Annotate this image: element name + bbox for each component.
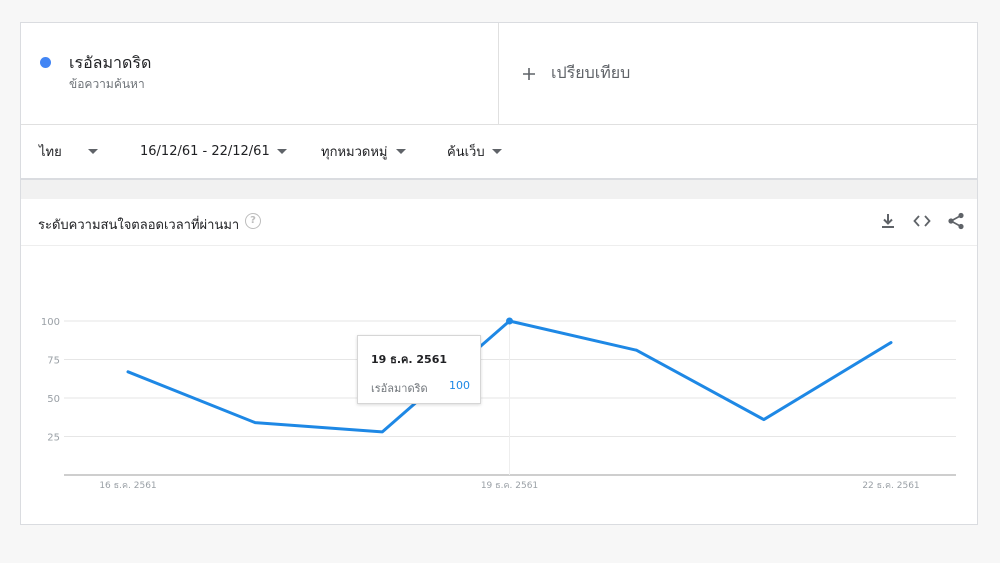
chevron-down-icon	[276, 148, 287, 154]
region-filter-label: ไทย	[39, 144, 62, 160]
chevron-down-icon	[87, 148, 98, 154]
y-tick-label: 50	[47, 394, 60, 405]
tooltip-series-name: เรอัลมาดริด	[371, 382, 428, 395]
series-color-dot	[40, 57, 51, 68]
y-tick-label: 75	[47, 356, 60, 367]
tooltip-value: 100	[449, 379, 470, 392]
y-tick-label: 100	[41, 317, 60, 328]
tooltip-date: 19 ธ.ค. 2561	[371, 353, 448, 366]
x-tick-label: 19 ธ.ค. 2561	[481, 481, 538, 491]
interest-over-time-chart[interactable]: 25 50 75 100 16 ธ.ค. 2561 19 ธ.ค. 2561 22 ธ.ค.…	[21, 245, 977, 524]
search-type-label: ค้นเว็บ	[447, 144, 485, 160]
download-icon[interactable]	[878, 211, 898, 231]
plus-icon	[523, 67, 535, 80]
region-filter[interactable]: ไทย	[39, 124, 98, 178]
trends-panel: เรอัลมาดริด ข้อความค้นหา เปรียบเทียบ ไทย…	[20, 22, 978, 525]
highlighted-data-point	[506, 317, 513, 325]
chevron-down-icon	[396, 148, 407, 154]
term-type: ข้อความค้นหา	[69, 77, 145, 91]
date-range-label: 16/12/61 - 22/12/61	[140, 143, 270, 159]
help-icon[interactable]: ?	[245, 213, 261, 229]
compare-card[interactable]: เปรียบเทียบ	[499, 23, 977, 124]
search-type-filter[interactable]: ค้นเว็บ	[447, 124, 502, 178]
chart-header: ระดับความสนใจตลอดเวลาที่ผ่านมา ?	[21, 199, 977, 246]
x-tick-label: 16 ธ.ค. 2561	[99, 481, 156, 491]
term-name[interactable]: เรอัลมาดริด	[69, 51, 151, 76]
compare-label: เปรียบเทียบ	[551, 63, 631, 82]
y-tick-label: 25	[47, 433, 60, 444]
chart-title: ระดับความสนใจตลอดเวลาที่ผ่านมา	[38, 218, 240, 233]
section-divider	[21, 180, 977, 199]
x-tick-label: 22 ธ.ค. 2561	[862, 481, 919, 491]
embed-icon[interactable]	[912, 211, 932, 231]
term-card[interactable]: เรอัลมาดริด ข้อความค้นหา	[21, 23, 499, 124]
share-icon[interactable]	[946, 211, 966, 231]
chart-tooltip: 19 ธ.ค. 2561 เรอัลมาดริด 100	[357, 335, 481, 404]
chevron-down-icon	[491, 148, 502, 154]
category-filter[interactable]: ทุกหมวดหมู่	[321, 124, 407, 178]
category-filter-label: ทุกหมวดหมู่	[321, 144, 388, 160]
date-range-filter[interactable]: 16/12/61 - 22/12/61	[140, 124, 287, 178]
compare-button[interactable]: เปรียบเทียบ	[521, 61, 630, 86]
term-cards: เรอัลมาดริด ข้อความค้นหา เปรียบเทียบ	[21, 23, 977, 125]
filter-bar: ไทย 16/12/61 - 22/12/61 ทุกหมวดหมู่ ค้นเ…	[21, 124, 977, 180]
